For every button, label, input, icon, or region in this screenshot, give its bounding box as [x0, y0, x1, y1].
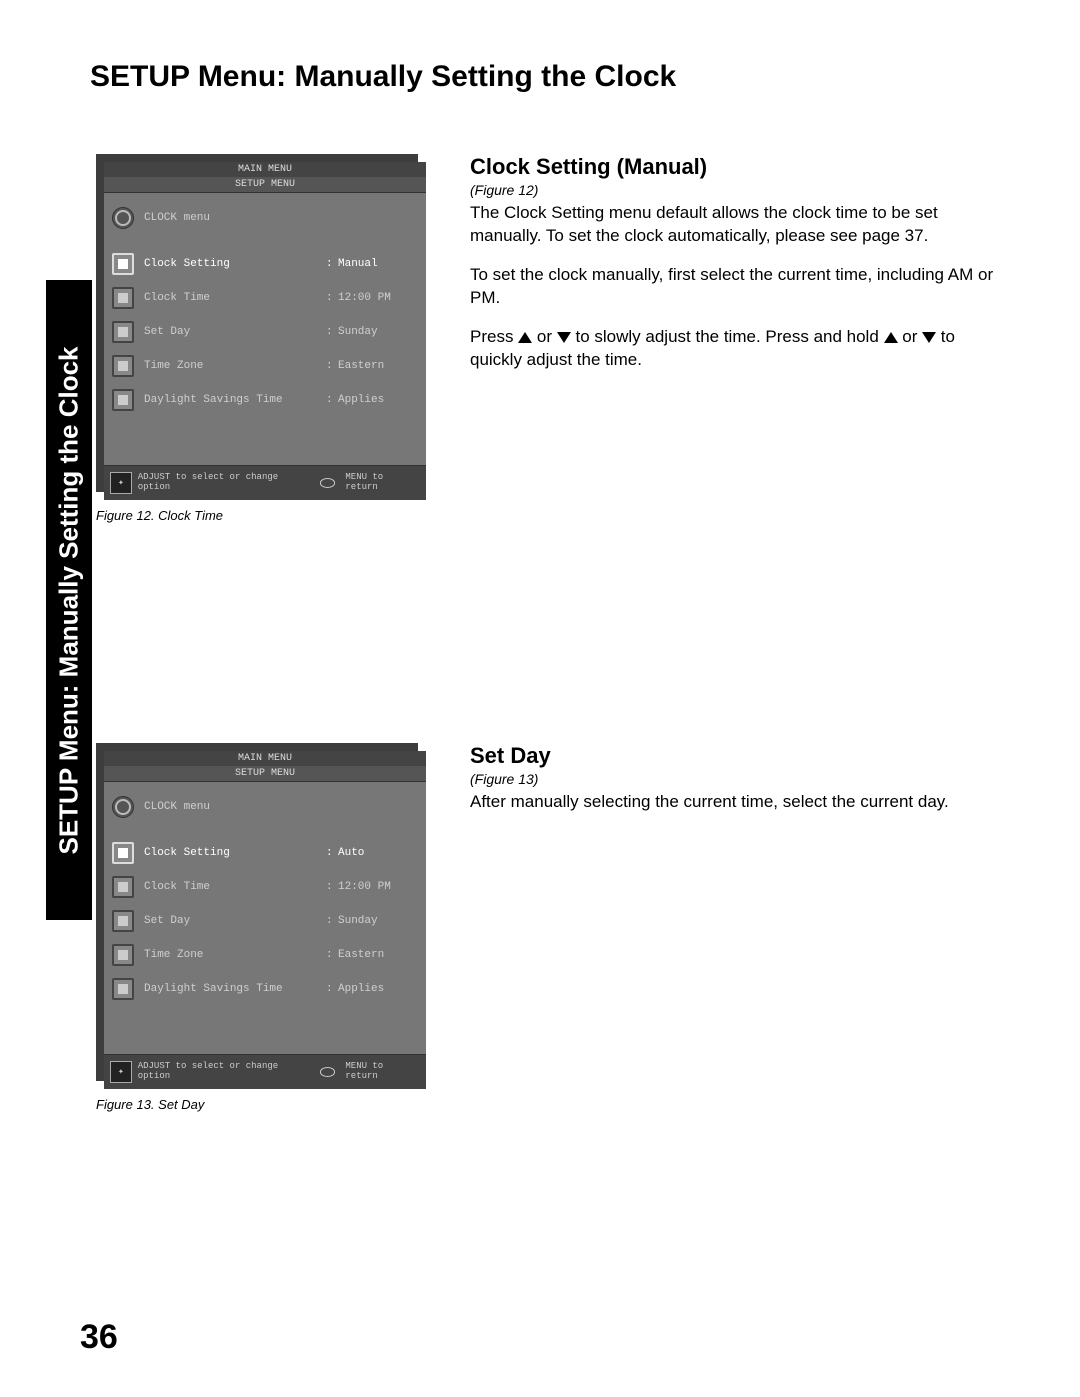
osd-hint-menu: MENU to return	[345, 1062, 420, 1082]
section2-p1: After manually selecting the current tim…	[470, 791, 1000, 814]
osd-clock-setting-value: Manual	[338, 258, 418, 270]
section-clock-setting-heading: Clock Setting (Manual)	[470, 154, 1000, 180]
adjust-icon: ✦	[110, 472, 132, 494]
osd-time-zone-value: Eastern	[338, 949, 418, 961]
osd-clock-setting-value: Auto	[338, 847, 418, 859]
figure-12-osd: MAIN MENU SETUP MENU CLOCK menu Clock Se…	[96, 154, 426, 500]
section1-p1: The Clock Setting menu default allows th…	[470, 202, 1000, 248]
menu-item-icon	[112, 910, 134, 932]
figure-12-caption: Figure 12. Clock Time	[96, 508, 436, 523]
osd-main-menu: MAIN MENU	[104, 751, 426, 766]
menu-button-icon	[320, 478, 336, 488]
osd-hint-menu: MENU to return	[345, 473, 420, 493]
osd-time-zone-label[interactable]: Time Zone	[144, 949, 326, 961]
up-arrow-icon	[884, 332, 898, 343]
osd-setup-menu: SETUP MENU	[104, 766, 426, 782]
menu-item-icon	[112, 355, 134, 377]
page-title: SETUP Menu: Manually Setting the Clock	[90, 60, 1020, 94]
clock-icon	[112, 207, 134, 229]
section1-p3: Press or to slowly adjust the time. Pres…	[470, 326, 1000, 372]
osd-clock-setting-label[interactable]: Clock Setting	[144, 258, 326, 270]
osd-dst-label[interactable]: Daylight Savings Time	[144, 983, 326, 995]
menu-item-icon	[112, 944, 134, 966]
figure-13-osd: MAIN MENU SETUP MENU CLOCK menu Clock Se…	[96, 743, 426, 1089]
osd-dst-value: Applies	[338, 983, 418, 995]
adjust-icon: ✦	[110, 1061, 132, 1083]
osd-clock-menu-label: CLOCK menu	[144, 801, 418, 813]
osd-hint-adjust: ADJUST to select or change option	[138, 473, 314, 493]
section-clock-setting-figref: (Figure 12)	[470, 182, 1000, 198]
menu-item-icon	[112, 253, 134, 275]
osd-time-zone-value: Eastern	[338, 360, 418, 372]
menu-button-icon	[320, 1067, 336, 1077]
down-arrow-icon	[922, 332, 936, 343]
osd-clock-time-value: 12:00 PM	[338, 881, 418, 893]
section1-p2: To set the clock manually, first select …	[470, 264, 1000, 310]
page-number: 36	[80, 1318, 118, 1357]
figure-13-caption: Figure 13. Set Day	[96, 1097, 436, 1112]
side-tab: SETUP Menu: Manually Setting the Clock	[46, 280, 92, 920]
osd-clock-setting-label[interactable]: Clock Setting	[144, 847, 326, 859]
osd-clock-time-label[interactable]: Clock Time	[144, 292, 326, 304]
menu-item-icon	[112, 876, 134, 898]
down-arrow-icon	[557, 332, 571, 343]
osd-hint-adjust: ADJUST to select or change option	[138, 1062, 314, 1082]
menu-item-icon	[112, 389, 134, 411]
osd-main-menu: MAIN MENU	[104, 162, 426, 177]
menu-item-icon	[112, 287, 134, 309]
osd-set-day-value: Sunday	[338, 326, 418, 338]
side-tab-label: SETUP Menu: Manually Setting the Clock	[54, 346, 85, 854]
menu-item-icon	[112, 842, 134, 864]
osd-setup-menu: SETUP MENU	[104, 177, 426, 193]
section-set-day-heading: Set Day	[470, 743, 1000, 769]
up-arrow-icon	[518, 332, 532, 343]
menu-item-icon	[112, 978, 134, 1000]
osd-clock-menu-label: CLOCK menu	[144, 212, 418, 224]
osd-dst-value: Applies	[338, 394, 418, 406]
osd-time-zone-label[interactable]: Time Zone	[144, 360, 326, 372]
osd-set-day-label[interactable]: Set Day	[144, 326, 326, 338]
section-set-day-figref: (Figure 13)	[470, 771, 1000, 787]
osd-clock-time-label[interactable]: Clock Time	[144, 881, 326, 893]
osd-clock-time-value: 12:00 PM	[338, 292, 418, 304]
osd-set-day-label[interactable]: Set Day	[144, 915, 326, 927]
clock-icon	[112, 796, 134, 818]
osd-set-day-value: Sunday	[338, 915, 418, 927]
menu-item-icon	[112, 321, 134, 343]
osd-dst-label[interactable]: Daylight Savings Time	[144, 394, 326, 406]
